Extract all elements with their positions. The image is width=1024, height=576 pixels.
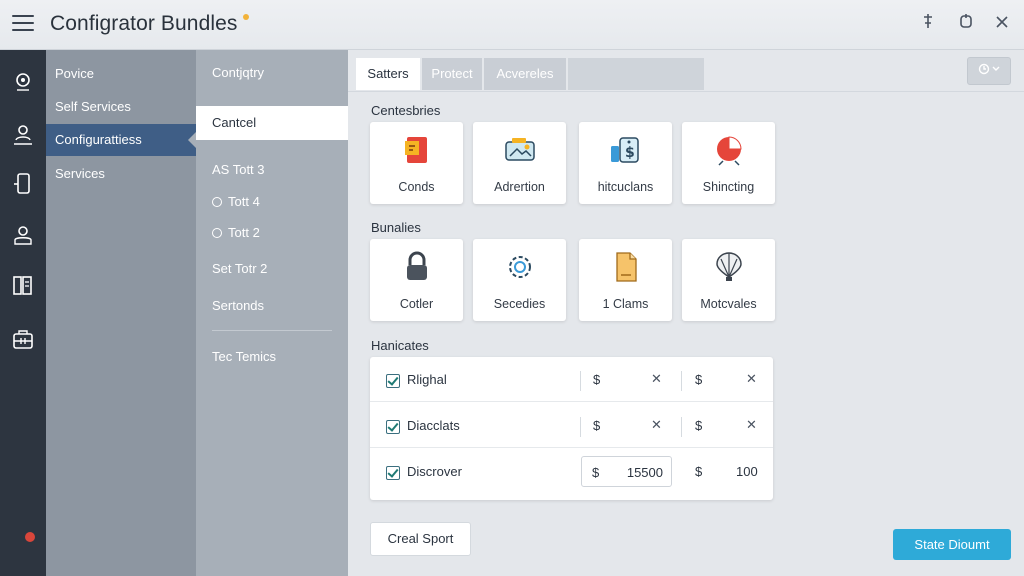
user-icon[interactable]: [9, 120, 37, 148]
secondary-button[interactable]: Creal Sport: [370, 522, 471, 556]
amount-input[interactable]: $ 15500: [581, 456, 672, 487]
notification-dot: [243, 14, 249, 20]
nav2-item-as-tott-3[interactable]: AS Tott 3: [196, 153, 348, 187]
wallet-icon: [505, 138, 535, 161]
table-row: Rlighal $ ✕ $ ✕: [370, 357, 773, 402]
primary-nav: Povice Self Services Configurattiess Ser…: [46, 50, 196, 576]
app-title: Configrator Bundles: [50, 12, 238, 35]
section-title-bundles: Bunalies: [371, 220, 421, 235]
main-content: Satters Protect Acvereles Centesbries Co…: [348, 50, 1024, 576]
section-title-categories: Centesbries: [371, 103, 441, 118]
card-hitcuclans[interactable]: $ hitcuclans: [579, 122, 672, 204]
currency-symbol: $: [695, 418, 703, 433]
tab-satters[interactable]: Satters: [356, 58, 420, 90]
row-checkbox[interactable]: [386, 466, 400, 480]
nav2-item-label: Tott 4: [228, 194, 260, 209]
card-shincting[interactable]: Shincting: [682, 122, 775, 204]
row-label: Rlighal: [407, 372, 447, 387]
handicaps-table: Rlighal $ ✕ $ ✕ Diacclats $ ✕ $ ✕ Discro…: [370, 357, 773, 500]
column-divider: [580, 417, 581, 437]
card-1-clams[interactable]: 1 Clams: [579, 239, 672, 321]
section-title-handicaps: Hanicates: [371, 338, 429, 353]
clock-icon: [212, 228, 222, 238]
currency-symbol: $: [593, 418, 601, 433]
card-conds[interactable]: Conds: [370, 122, 463, 204]
clear-icon[interactable]: ✕: [746, 417, 757, 433]
primary-button[interactable]: State Dioumt: [893, 529, 1011, 560]
clear-icon[interactable]: ✕: [651, 417, 662, 433]
nav-item-services[interactable]: Services: [46, 158, 196, 190]
cloud-user-icon[interactable]: [9, 222, 37, 250]
maximize-icon[interactable]: [954, 13, 978, 37]
lock-icon: [407, 251, 427, 280]
title-bar: Configrator Bundles: [0, 0, 1024, 50]
row-label: Diacclats: [407, 418, 460, 433]
card-label: Adrertion: [494, 180, 545, 194]
card-label: Shincting: [702, 180, 755, 194]
nav2-item-sertonds[interactable]: Sertonds: [196, 289, 348, 323]
currency-symbol: $: [695, 464, 703, 479]
svg-text:$: $: [625, 145, 635, 161]
file-icon: [616, 252, 637, 282]
card-motcvales[interactable]: Motcvales: [682, 239, 775, 321]
nav2-item-set-totr-2[interactable]: Set Totr 2: [196, 252, 348, 286]
nav2-item-tott-2[interactable]: Tott 2: [196, 216, 348, 250]
mobile-icon[interactable]: [9, 170, 37, 198]
currency-symbol: $: [592, 465, 600, 480]
pie-chart-icon: [717, 136, 742, 166]
row-checkbox[interactable]: [386, 420, 400, 434]
nav2-divider: [212, 330, 332, 331]
menu-icon[interactable]: [12, 15, 34, 33]
book-icon[interactable]: [9, 272, 37, 300]
column-divider: [681, 371, 682, 391]
nav2-item-label: Tott 2: [228, 225, 260, 240]
alert-badge[interactable]: [23, 530, 37, 544]
nav2-item-tec-temics[interactable]: Tec Temics: [196, 340, 348, 374]
money-tag-icon: $: [611, 137, 639, 163]
table-row: Diacclats $ ✕ $ ✕: [370, 403, 773, 448]
currency-symbol: $: [695, 372, 703, 387]
card-adrertion[interactable]: Adrertion: [473, 122, 566, 204]
close-icon[interactable]: [990, 13, 1014, 37]
tab-placeholder: [568, 58, 704, 90]
tab-bar: Satters Protect Acvereles: [348, 50, 1024, 92]
clear-icon[interactable]: ✕: [746, 371, 757, 387]
table-row: Discrover $ 15500 $ 100: [370, 449, 773, 494]
card-label: Secedies: [493, 297, 546, 311]
card-label: hitcuclans: [597, 180, 654, 194]
nav2-header[interactable]: Contjqtry: [196, 56, 348, 90]
pin-icon[interactable]: [916, 13, 940, 37]
row-label: Discrover: [407, 464, 462, 479]
tab-protect[interactable]: Protect: [422, 58, 482, 90]
amount-value: 15500: [626, 465, 663, 480]
nav2-item-cantcel[interactable]: Cantcel: [196, 106, 348, 140]
tab-acvereles[interactable]: Acvereles: [484, 58, 566, 90]
database-icon[interactable]: [9, 326, 37, 354]
document-icon: [405, 137, 427, 163]
nav-item-configurattiess[interactable]: Configurattiess: [46, 124, 196, 156]
nav-item-povice[interactable]: Povice: [46, 58, 196, 90]
row-checkbox[interactable]: [386, 374, 400, 388]
card-cotler[interactable]: Cotler: [370, 239, 463, 321]
amount-value[interactable]: 100: [736, 464, 758, 479]
gear-icon: [509, 256, 531, 278]
settings-icon[interactable]: [9, 68, 37, 96]
card-label: Motcvales: [700, 297, 757, 311]
column-divider: [580, 371, 581, 391]
nav-item-self-services[interactable]: Self Services: [46, 91, 196, 123]
clear-icon[interactable]: ✕: [651, 371, 662, 387]
clock-icon: [212, 197, 222, 207]
currency-symbol: $: [593, 372, 601, 387]
balloon-icon: [716, 252, 742, 281]
secondary-nav: Contjqtry Cantcel AS Tott 3 Tott 4 Tott …: [196, 50, 348, 576]
card-label: 1 Clams: [602, 297, 649, 311]
card-label: Cotler: [399, 297, 434, 311]
card-secedies[interactable]: Secedies: [473, 239, 566, 321]
clock-dropdown-icon[interactable]: [967, 57, 1011, 85]
card-label: Conds: [398, 180, 435, 194]
column-divider: [681, 417, 682, 437]
icon-rail: [0, 50, 46, 576]
nav2-item-tott-4[interactable]: Tott 4: [196, 185, 348, 219]
